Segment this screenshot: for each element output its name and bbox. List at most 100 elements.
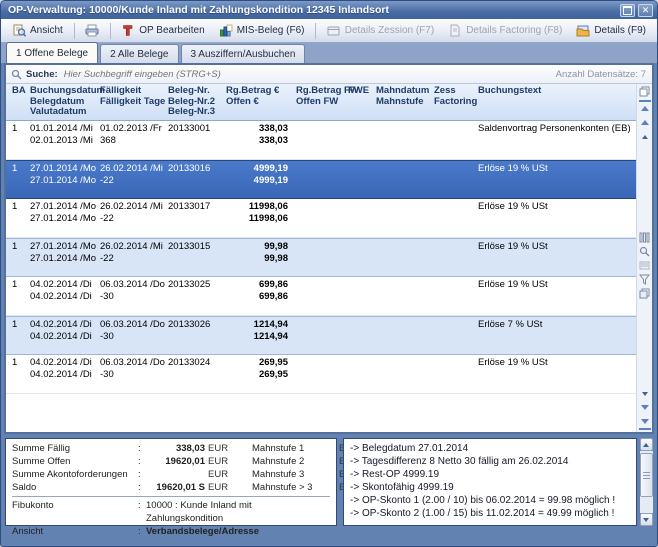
- toolbar-button-edit-tool[interactable]: OP Bearbeiten: [114, 20, 211, 42]
- cell-line: [296, 319, 348, 331]
- cell-line: Erlöse 19 % USt: [478, 241, 636, 253]
- summary-label: Summe Offen: [12, 455, 138, 468]
- table-row[interactable]: 101.01.2014 /Mi02.01.2013 /Mi01.02.2013 …: [6, 121, 636, 160]
- cell-line: [376, 331, 434, 343]
- cell-line: [376, 279, 434, 291]
- cell-line: [296, 279, 348, 291]
- cell-due: 26.02.2014 /Mi-22: [100, 241, 168, 276]
- summary-label: Summe Fällig: [12, 442, 138, 455]
- toolbar-button-label: Details Zession (F7): [345, 25, 434, 36]
- title-bar: OP-Verwaltung: 10000/Kunde Inland mit Za…: [1, 1, 657, 19]
- cell-line: 20133026: [168, 319, 226, 331]
- cell-line: [348, 241, 376, 253]
- row-up-icon[interactable]: [639, 131, 651, 142]
- cell-line: 20133025: [168, 279, 226, 291]
- cell-text: Erlöse 19 % USt: [478, 357, 636, 393]
- cell-line: 04.02.2014 /Di: [30, 291, 100, 303]
- cell-line: [434, 331, 478, 343]
- table-row[interactable]: 104.02.2014 /Di04.02.2014 /Di06.03.2014 …: [6, 355, 636, 394]
- cell-line: [434, 319, 478, 331]
- copy-view-icon[interactable]: [639, 86, 651, 97]
- table-row[interactable]: 127.01.2014 /Mo27.01.2014 /Mo26.02.2014 …: [6, 238, 636, 277]
- mark-icon[interactable]: [639, 260, 651, 271]
- table-body: 101.01.2014 /Mi02.01.2013 /Mi01.02.2013 …: [6, 121, 636, 394]
- toolbar-button-details-page: Details Factoring (F8): [441, 20, 569, 42]
- cell-line: -30: [100, 369, 168, 381]
- cell-line: [348, 163, 376, 175]
- cell-fwe: [348, 279, 376, 315]
- column-header-8[interactable]: MahndatumMahnstufe: [376, 86, 434, 118]
- column-header-6[interactable]: Rg.Betrag FWOffen FW: [296, 86, 348, 118]
- column-header-line: Rg.Betrag FW: [296, 86, 348, 97]
- restore-icon: [623, 6, 632, 15]
- column-header-7[interactable]: FWE: [348, 86, 376, 118]
- cell-ba: 1: [12, 123, 30, 159]
- toolbar-button-print[interactable]: [78, 20, 106, 42]
- column-header-line: FWE: [348, 86, 376, 97]
- cell-line: [434, 135, 478, 147]
- toolbar-button-details-folder[interactable]: Details (F9): [569, 20, 653, 42]
- cell-line: 04.02.2014 /Di: [30, 369, 100, 381]
- toolbar-button-label: Details (F9): [594, 25, 646, 36]
- window-restore-button[interactable]: [620, 4, 635, 17]
- table-header[interactable]: BABuchungsdatumBelegdatumValutadatumFäll…: [6, 84, 636, 121]
- window-close-button[interactable]: ✕: [638, 4, 653, 17]
- scrollbar-track[interactable]: [640, 451, 653, 513]
- page-up-icon[interactable]: [639, 117, 651, 128]
- tab-1[interactable]: 1 Offene Belege: [6, 42, 98, 63]
- column-header-line: Zess: [434, 86, 478, 97]
- table-row[interactable]: 104.02.2014 /Di04.02.2014 /Di06.03.2014 …: [6, 316, 636, 355]
- scrollbar-down-button[interactable]: [640, 513, 653, 526]
- columns-icon[interactable]: [639, 232, 651, 243]
- tab-2[interactable]: 2 Alle Belege: [100, 44, 178, 63]
- mahnstufe-label: Mahnstufe 2: [252, 455, 330, 468]
- cell-ba: 1: [12, 241, 30, 276]
- scroll-to-top-icon[interactable]: [639, 100, 651, 114]
- page-down-icon[interactable]: [639, 402, 651, 413]
- column-header-3[interactable]: FälligkeitFälligkeit Tage: [100, 86, 168, 118]
- cell-line: 11998,06: [226, 201, 288, 213]
- column-header-1[interactable]: BA: [12, 86, 30, 118]
- scrollbar-thumb[interactable]: [640, 453, 653, 497]
- cell-amount: 338,03338,03: [226, 123, 296, 159]
- zoom-icon[interactable]: [639, 246, 651, 257]
- table-row[interactable]: 104.02.2014 /Di04.02.2014 /Di06.03.2014 …: [6, 277, 636, 316]
- table-row[interactable]: 127.01.2014 /Mo27.01.2014 /Mo26.02.2014 …: [6, 160, 636, 199]
- toolbar-button-label: MIS-Beleg (F6): [237, 25, 305, 36]
- toolbar-button-bar-chart[interactable]: MIS-Beleg (F6): [212, 20, 312, 42]
- copy-icon[interactable]: [639, 288, 651, 299]
- cell-zess: [434, 163, 478, 198]
- column-header-5[interactable]: Rg.Betrag €Offen €: [226, 86, 296, 118]
- scrollbar-up-button[interactable]: [640, 438, 653, 451]
- tab-3[interactable]: 3 Ausziffern/Ausbuchen: [181, 44, 306, 63]
- cell-line: [434, 123, 478, 135]
- cell-line: 338,03: [226, 135, 288, 147]
- column-header-line: Rg.Betrag €: [226, 86, 296, 97]
- column-header-9[interactable]: ZessFactoring: [434, 86, 478, 118]
- cell-line: [376, 319, 434, 331]
- filter-icon[interactable]: [639, 274, 651, 285]
- search-input[interactable]: [62, 68, 552, 81]
- cell-fwe: [348, 241, 376, 276]
- cell-line: 01.02.2013 /Fr: [100, 123, 168, 135]
- cell-mahn: [376, 241, 434, 276]
- messages-scrollbar[interactable]: [639, 438, 653, 526]
- toolbar-button-view-document[interactable]: Ansicht: [5, 20, 70, 42]
- column-header-10[interactable]: Buchungstext: [478, 86, 636, 118]
- row-down-icon[interactable]: [639, 388, 651, 399]
- cell-fw: [296, 241, 348, 276]
- cell-line: 27.01.2014 /Mo: [30, 163, 100, 175]
- grid-side-toolbar: [636, 84, 652, 432]
- cell-line: [348, 319, 376, 331]
- cell-dates: 27.01.2014 /Mo27.01.2014 /Mo: [30, 201, 100, 237]
- cell-line: 06.03.2014 /Do: [100, 357, 168, 369]
- cell-line: [376, 357, 434, 369]
- column-header-2[interactable]: BuchungsdatumBelegdatumValutadatum: [30, 86, 100, 118]
- cell-line: 4999,19: [226, 175, 288, 187]
- cell-line: [296, 241, 348, 253]
- column-header-4[interactable]: Beleg-Nr.Beleg-Nr.2Beleg-Nr.3: [168, 86, 226, 118]
- scroll-to-bottom-icon[interactable]: [639, 416, 651, 430]
- cell-line: [296, 175, 348, 187]
- table-row[interactable]: 127.01.2014 /Mo27.01.2014 /Mo26.02.2014 …: [6, 199, 636, 238]
- cell-fwe: [348, 319, 376, 354]
